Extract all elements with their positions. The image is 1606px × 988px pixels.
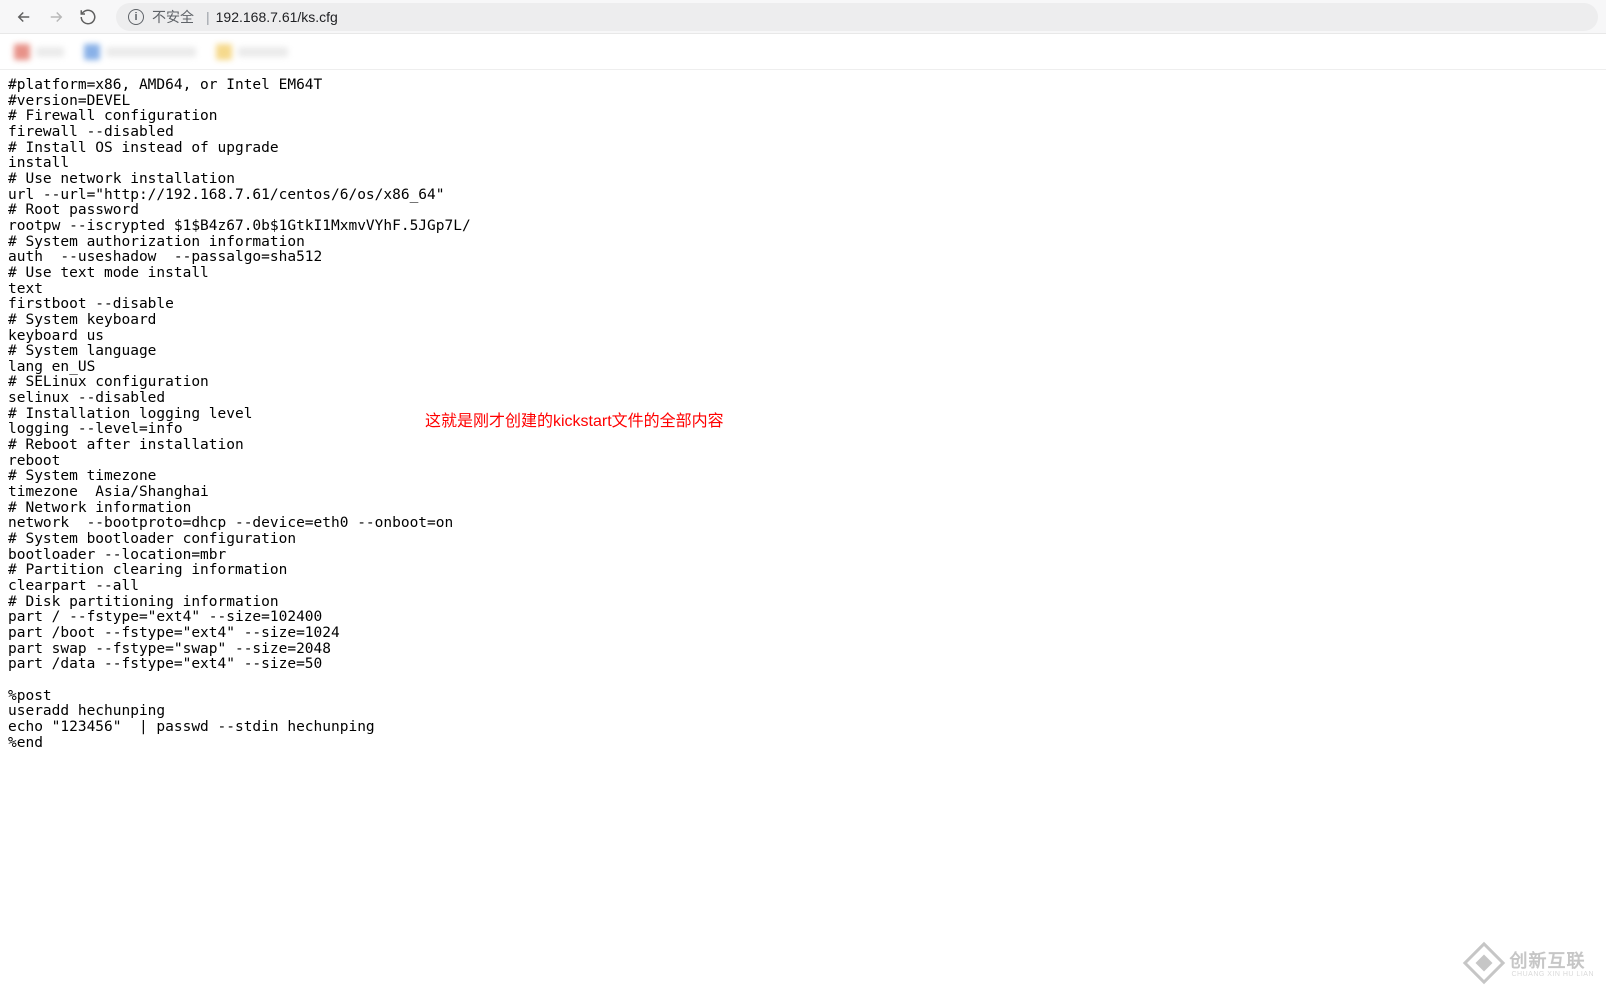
watermark: 创新互联 CHUANG XIN HU LIAN (1469, 947, 1594, 978)
back-button[interactable] (8, 3, 40, 31)
page-content: #platform=x86, AMD64, or Intel EM64T #ve… (0, 70, 1606, 759)
browser-toolbar: i 不安全 | 192.168.7.61/ks.cfg (0, 0, 1606, 34)
address-bar[interactable]: i 不安全 | 192.168.7.61/ks.cfg (116, 3, 1598, 31)
info-icon: i (128, 9, 144, 25)
reload-button[interactable] (72, 3, 104, 31)
watermark-logo-icon (1463, 941, 1505, 983)
forward-button[interactable] (40, 3, 72, 31)
bookmark-item[interactable] (210, 44, 294, 60)
watermark-subtext: CHUANG XIN HU LIAN (1511, 971, 1594, 978)
arrow-left-icon (15, 8, 33, 26)
bookmarks-bar (0, 34, 1606, 70)
bookmark-item[interactable] (8, 44, 70, 60)
annotation-text: 这就是刚才创建的kickstart文件的全部内容 (425, 407, 724, 431)
separator: | (206, 9, 210, 25)
security-label: 不安全 (152, 7, 194, 27)
kickstart-file-text: #platform=x86, AMD64, or Intel EM64T #ve… (8, 78, 1598, 751)
url-text: 192.168.7.61/ks.cfg (216, 9, 338, 25)
watermark-text: 创新互联 (1509, 947, 1585, 973)
reload-icon (79, 8, 97, 26)
bookmark-item[interactable] (78, 44, 202, 60)
arrow-right-icon (47, 8, 65, 26)
